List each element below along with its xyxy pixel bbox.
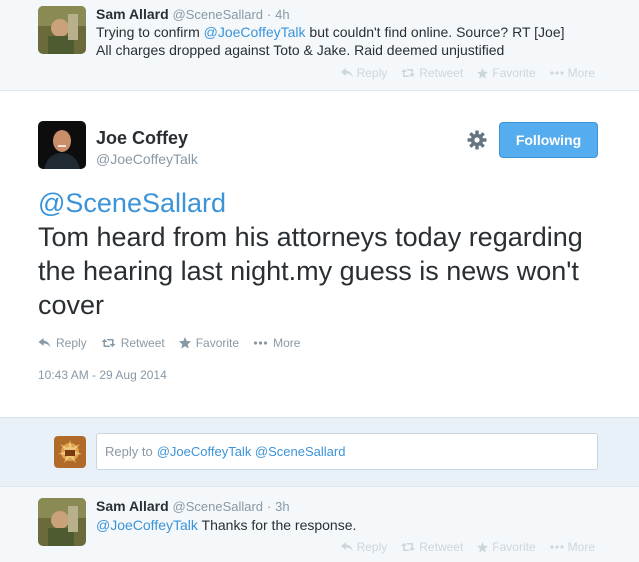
gear-icon[interactable] — [466, 129, 488, 151]
avatar — [54, 436, 86, 468]
favorite-button[interactable]: Favorite — [477, 540, 536, 554]
mention-link[interactable]: @SceneSallard — [38, 186, 608, 220]
user-handle[interactable]: @SceneSallard — [173, 499, 264, 514]
tweet-text-segment: Trying to confirm — [96, 24, 204, 40]
separator: · — [266, 7, 272, 22]
tweet-text-segment: Thanks for the response. — [197, 517, 357, 533]
tweet-text: @JoeCoffeyTalk Thanks for the response. — [96, 516, 356, 534]
favorite-icon — [477, 67, 489, 78]
user-name[interactable]: Sam Allard — [96, 6, 169, 22]
reply-input[interactable]: Reply to @JoeCoffeyTalk @SceneSallard — [96, 433, 598, 470]
reply-label: Reply — [56, 336, 87, 350]
user-handle[interactable]: @SceneSallard — [173, 7, 264, 22]
tweet-body: Tom heard from his attorneys today regar… — [38, 222, 583, 320]
reply-button[interactable]: Reply — [38, 336, 87, 350]
favorite-label: Favorite — [492, 540, 536, 554]
favorite-icon — [178, 337, 191, 349]
tweet-time[interactable]: 3h — [275, 499, 289, 514]
tweet-actions: Reply Retweet Favorite More — [38, 336, 300, 350]
reply-label: Reply — [356, 540, 388, 554]
retweet-button[interactable]: Retweet — [401, 66, 463, 80]
separator: · — [266, 499, 272, 514]
more-label: More — [273, 336, 301, 350]
more-label: More — [567, 66, 595, 80]
more-label: More — [567, 540, 595, 554]
favorite-icon — [477, 541, 489, 552]
retweet-icon — [401, 543, 416, 551]
tweet-text-line: All charges dropped against Toto & Jake.… — [96, 42, 505, 58]
reply-composer: Reply to @JoeCoffeyTalk @SceneSallard — [0, 417, 639, 486]
reply-button[interactable]: Reply — [340, 66, 388, 80]
tweet-sam-allard-top[interactable]: Sam Allard @SceneSallard · 4h Trying to … — [0, 0, 639, 91]
more-icon — [253, 341, 268, 345]
retweet-label: Retweet — [419, 540, 464, 554]
reply-mentions: @JoeCoffeyTalk @SceneSallard — [156, 444, 346, 459]
more-button[interactable]: More — [550, 66, 595, 80]
tweet-joe-coffey-main: Joe Coffey @JoeCoffeyTalk Following @Sce… — [0, 92, 639, 417]
more-icon — [550, 71, 564, 75]
retweet-icon — [101, 339, 116, 347]
reply-label: Reply — [356, 66, 388, 80]
retweet-label: Retweet — [120, 336, 165, 350]
favorite-label: Favorite — [492, 66, 536, 80]
user-handle[interactable]: @JoeCoffeyTalk — [96, 151, 198, 167]
retweet-button[interactable]: Retweet — [101, 336, 165, 350]
tweet-actions: Reply Retweet Favorite More — [340, 540, 595, 554]
tweet-text-segment: but couldn't find online. Source? RT [Jo… — [305, 24, 565, 40]
reply-icon — [38, 338, 51, 348]
reply-icon — [340, 542, 353, 552]
mention-link[interactable]: @JoeCoffeyTalk — [204, 24, 306, 40]
more-button[interactable]: More — [253, 336, 300, 350]
avatar[interactable] — [38, 121, 86, 169]
reply-prefix: Reply to — [105, 444, 153, 459]
tweet-text: @SceneSallard Tom heard from his attorne… — [38, 186, 608, 322]
user-name[interactable]: Sam Allard — [96, 498, 169, 514]
more-icon — [550, 545, 564, 549]
retweet-button[interactable]: Retweet — [401, 540, 463, 554]
avatar[interactable] — [38, 498, 86, 546]
mention-link[interactable]: @JoeCoffeyTalk — [96, 517, 198, 533]
favorite-label: Favorite — [195, 336, 240, 350]
tweet-header: Sam Allard @SceneSallard · 4h — [96, 6, 290, 22]
tweet-text: Trying to confirm @JoeCoffeyTalk but cou… — [96, 23, 565, 59]
tweet-actions: Reply Retweet Favorite More — [340, 66, 595, 80]
user-name[interactable]: Joe Coffey — [96, 128, 188, 149]
favorite-button[interactable]: Favorite — [178, 336, 240, 350]
tweet-timestamp[interactable]: 10:43 AM - 29 Aug 2014 — [38, 368, 167, 382]
more-button[interactable]: More — [550, 540, 595, 554]
tweet-sam-allard-reply[interactable]: Sam Allard @SceneSallard · 3h @JoeCoffey… — [0, 486, 639, 562]
reply-button[interactable]: Reply — [340, 540, 388, 554]
avatar[interactable] — [38, 6, 86, 54]
tweet-time[interactable]: 4h — [275, 7, 289, 22]
tweet-header: Sam Allard @SceneSallard · 3h — [96, 498, 290, 514]
reply-icon — [340, 68, 353, 78]
following-button[interactable]: Following — [499, 122, 598, 158]
favorite-button[interactable]: Favorite — [477, 66, 536, 80]
retweet-icon — [401, 69, 416, 77]
retweet-label: Retweet — [419, 66, 464, 80]
